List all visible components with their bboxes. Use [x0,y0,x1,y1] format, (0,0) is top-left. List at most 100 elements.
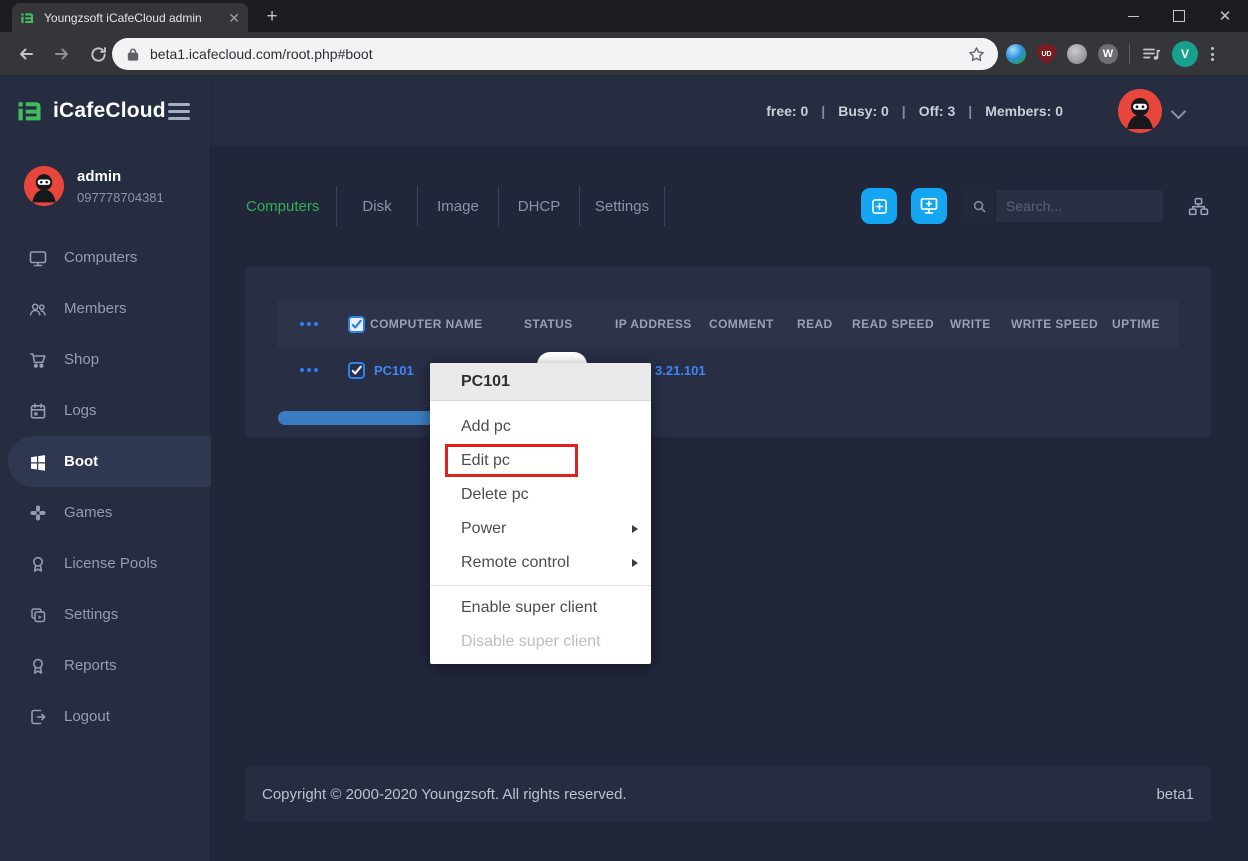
close-icon: ✕ [1219,9,1232,24]
sidebar-item-reports[interactable]: Reports [0,640,211,691]
row-menu-button[interactable] [300,348,318,392]
menu-item-enable-super-client[interactable]: Enable super client [430,591,651,625]
sidebar-item-members[interactable]: Members [0,283,211,334]
menu-divider [430,585,651,586]
icafecloud-logo-icon [16,96,46,126]
award-icon [28,656,48,676]
forward-button[interactable] [50,42,74,66]
topology-button[interactable] [1188,196,1209,217]
checkbox-icon [348,362,365,379]
sidebar-item-games[interactable]: Games [0,487,211,538]
menu-item-edit-pc[interactable]: Edit pc [430,444,651,478]
octopus-extension-icon[interactable] [1067,44,1087,64]
monitor-add-icon [918,195,940,217]
reload-button[interactable] [86,42,110,66]
table-header-row: COMPUTER NAME STATUS IP ADDRESS COMMENT … [277,300,1179,348]
logout-icon [28,707,48,727]
sidebar-item-computers[interactable]: Computers [0,232,211,283]
main-content: Computers Disk Image DHCP Settings [211,146,1248,861]
browser-menu-button[interactable] [1209,45,1216,63]
ninja-avatar-icon [24,166,64,206]
computers-table-card: COMPUTER NAME STATUS IP ADDRESS COMMENT … [245,266,1211,437]
column-write-speed: WRITE SPEED [1011,300,1098,348]
tab-disk[interactable]: Disk [336,186,417,226]
ip-address-value: 3.21.101 [655,348,706,392]
brand[interactable]: iCafeCloud [16,76,166,146]
app-header: iCafeCloud free: 0 | Busy: 0 | Off: 3 | … [0,76,1248,146]
window-controls: ✕ [1110,0,1248,32]
extension-separator [1129,44,1130,64]
submenu-arrow-icon [632,525,638,533]
sidebar-item-logs[interactable]: Logs [0,385,211,436]
header-stats: free: 0 | Busy: 0 | Off: 3 | Members: 0 [766,76,1063,146]
address-bar[interactable]: beta1.icafecloud.com/root.php#boot [112,38,998,70]
minimize-button[interactable] [1110,0,1156,32]
column-read-speed: READ SPEED [852,300,934,348]
sidebar-toggle-button[interactable] [168,103,190,120]
boot-tabbar: Computers Disk Image DHCP Settings [246,186,665,226]
ellipsis-icon [300,322,318,326]
idm-extension-icon[interactable] [1006,44,1026,64]
browser-profile-avatar[interactable]: V [1172,41,1198,67]
lock-icon [126,47,140,62]
menu-item-power[interactable]: Power [430,512,651,546]
sidebar-item-logout[interactable]: Logout [0,691,211,742]
select-all-checkbox[interactable] [348,300,365,348]
user-name: admin [77,168,164,185]
menu-item-remote-control[interactable]: Remote control [430,546,651,580]
wikipedia-extension-icon[interactable]: W [1098,44,1118,64]
menu-item-delete-pc[interactable]: Delete pc [430,478,651,512]
maximize-button[interactable] [1156,0,1202,32]
column-comment: COMMENT [709,300,774,348]
extensions-row: UD W V [1006,38,1216,70]
tab-computers[interactable]: Computers [246,186,336,226]
stat-busy: Busy: 0 [838,103,889,119]
browser-tab[interactable]: Youngzsoft iCafeCloud admin ✕ [12,3,248,32]
menu-item-add-pc[interactable]: Add pc [430,410,651,444]
account-chevron-down-icon[interactable] [1171,104,1187,120]
column-ip-address: IP ADDRESS [615,300,692,348]
search-icon [972,199,987,214]
new-tab-button[interactable]: + [260,5,284,29]
account-avatar[interactable] [1118,89,1162,133]
ninja-avatar-icon [1118,89,1162,133]
stat-off: Off: 3 [919,103,956,119]
back-button[interactable] [14,42,38,66]
header-row-menu-button[interactable] [300,300,318,348]
maximize-icon [1173,10,1185,22]
shield-extension-icon[interactable]: UD [1037,44,1056,65]
search-input[interactable] [996,190,1163,222]
close-button[interactable]: ✕ [1202,0,1248,32]
tab-settings[interactable]: Settings [579,186,665,226]
forward-icon [52,44,72,64]
sidebar-nav: Computers Members Shop Logs Boot Games [0,232,211,742]
add-button[interactable] [861,188,897,224]
tab-image[interactable]: Image [417,186,498,226]
monitor-icon [28,248,48,268]
checkbox-icon [348,316,365,333]
windows-icon [28,452,48,472]
header-divider [211,76,212,146]
sidebar-item-license-pools[interactable]: License Pools [0,538,211,589]
minimize-icon [1128,16,1139,17]
computer-name-link[interactable]: PC101 [374,348,414,392]
add-pc-button[interactable] [911,188,947,224]
screen: Youngzsoft iCafeCloud admin ✕ + ✕ beta1.… [0,0,1248,861]
add-square-icon [869,196,890,217]
sidebar-item-shop[interactable]: Shop [0,334,211,385]
playlist-extension-icon[interactable] [1141,44,1161,64]
url-text: beta1.icafecloud.com/root.php#boot [150,46,968,62]
sidebar-item-settings[interactable]: Settings [0,589,211,640]
row-checkbox[interactable] [348,348,365,392]
brand-name: iCafeCloud [53,99,166,123]
table-row: PC101 3.21.101 [277,348,1179,392]
tab-dhcp[interactable]: DHCP [498,186,579,226]
cart-icon [28,350,48,370]
page-footer: Copyright © 2000-2020 Youngzsoft. All ri… [245,766,1211,822]
gamepad-icon [28,503,48,523]
bookmark-star-button[interactable] [968,46,985,63]
star-icon [968,46,985,63]
tab-close-icon[interactable]: ✕ [228,11,240,25]
sidebar-item-boot[interactable]: Boot [8,436,211,487]
context-menu-list: Add pc Edit pc Delete pc Power Remote co… [430,401,651,664]
